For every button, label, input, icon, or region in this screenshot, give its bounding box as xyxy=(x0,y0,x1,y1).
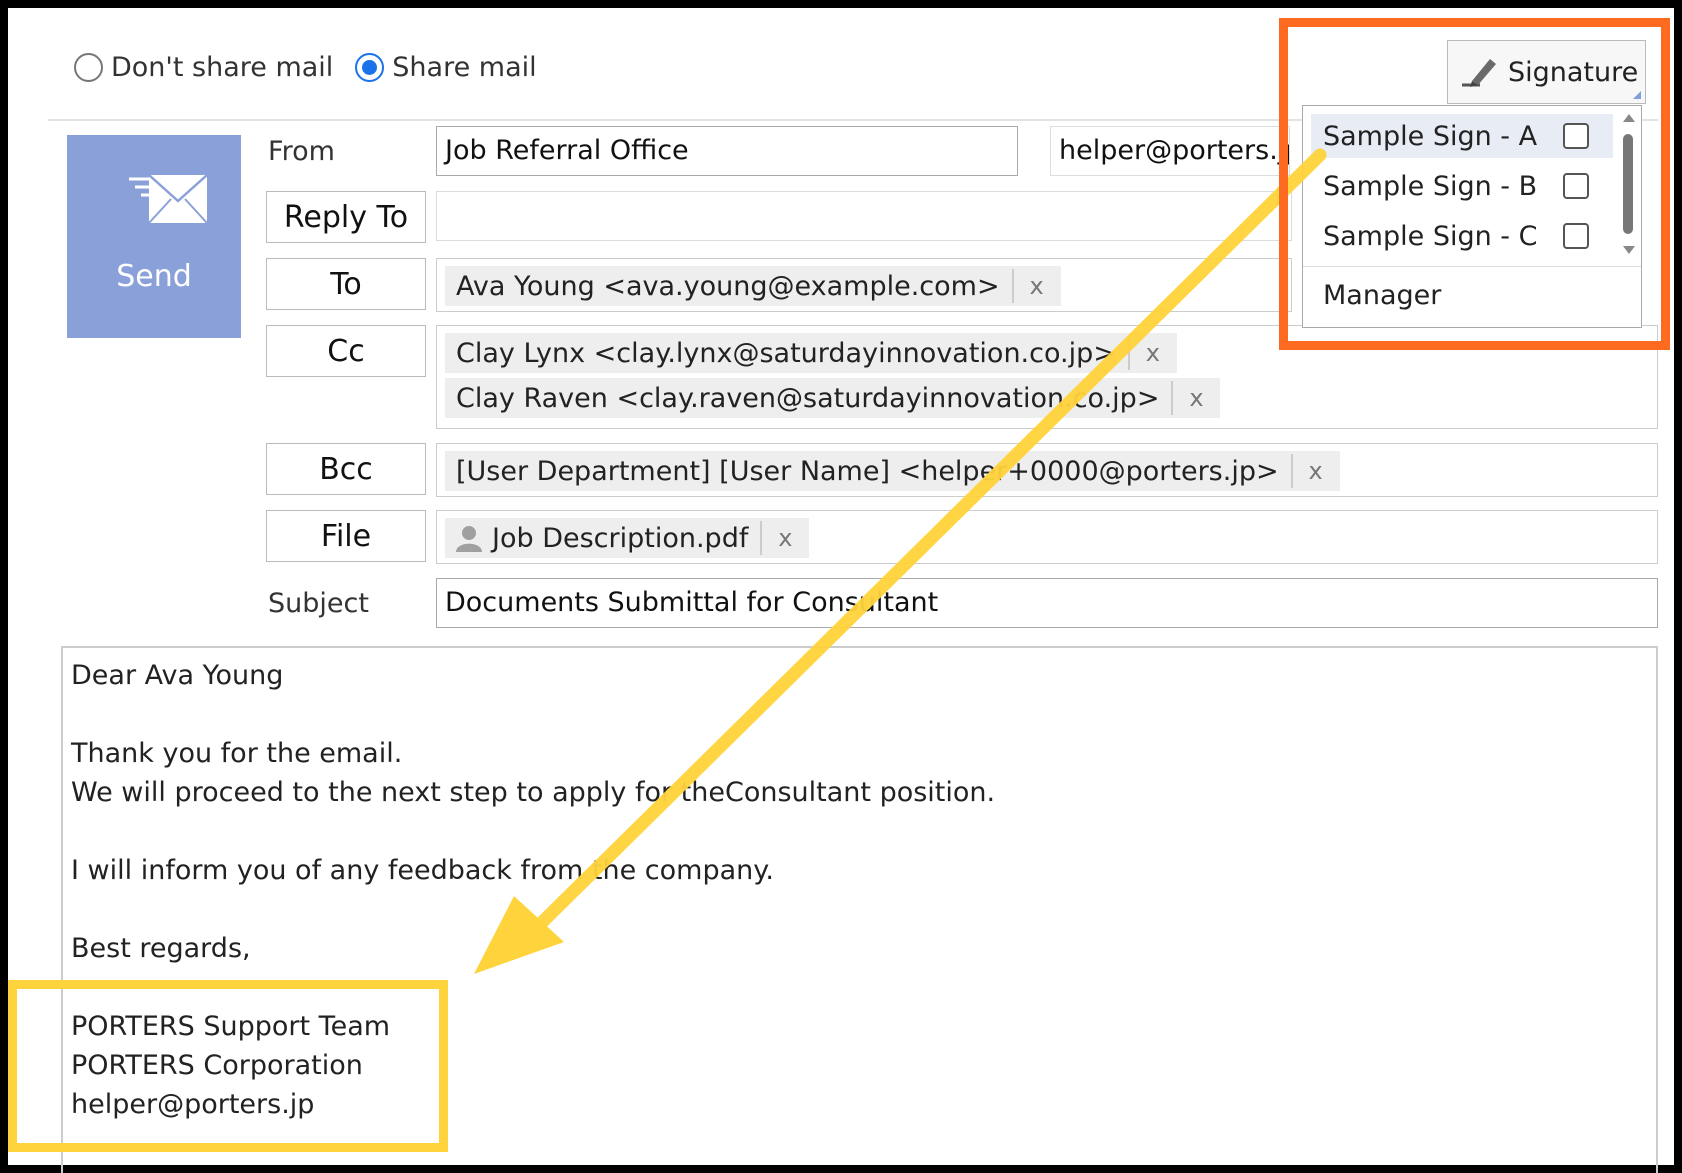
file-field[interactable]: Job Description.pdf x xyxy=(436,510,1658,564)
file-button[interactable]: File xyxy=(266,510,426,562)
recipient-token: Clay Lynx <clay.lynx@saturdayinnovation.… xyxy=(445,333,1177,373)
attachment-token: Job Description.pdf x xyxy=(445,518,810,558)
body-line: Thank you for the email. xyxy=(71,738,403,769)
share-radio[interactable] xyxy=(355,53,385,82)
recipient-token: Clay Raven <clay.raven@saturdayinnovatio… xyxy=(445,378,1221,418)
annotation-highlight-inserted-signature xyxy=(8,980,448,1152)
remove-icon[interactable]: x xyxy=(1303,457,1329,485)
send-label: Send xyxy=(116,259,192,294)
attachment-name: Job Description.pdf xyxy=(492,522,749,554)
token-divider xyxy=(1171,381,1174,415)
bcc-button[interactable]: Bcc xyxy=(266,443,426,495)
annotation-highlight-signature xyxy=(1279,18,1670,350)
from-label: From xyxy=(268,136,335,167)
share-mail-options: Don't share mail Share mail xyxy=(74,52,559,83)
from-name-field[interactable]: Job Referral Office xyxy=(436,126,1018,176)
body-line: Dear Ava Young xyxy=(71,660,284,691)
recipient-token-label: Ava Young <ava.young@example.com> xyxy=(456,270,1000,302)
to-field[interactable]: Ava Young <ava.young@example.com> x xyxy=(436,258,1292,312)
recipient-token: [User Department] [User Name] <helper+00… xyxy=(445,451,1340,491)
token-divider xyxy=(1290,454,1293,488)
dont-share-radio[interactable] xyxy=(74,53,103,82)
cc-button[interactable]: Cc xyxy=(266,325,426,377)
remove-icon[interactable]: x xyxy=(772,524,798,552)
reply-to-field[interactable] xyxy=(436,191,1292,241)
token-divider xyxy=(760,521,763,555)
body-line: We will proceed to the next step to appl… xyxy=(71,777,996,808)
from-email-field[interactable]: helper@porters.jp xyxy=(1050,126,1290,176)
user-file-icon xyxy=(456,526,482,552)
mail-compose-window: Don't share mail Share mail Send From Jo… xyxy=(0,0,1682,1173)
body-line: Best regards, xyxy=(71,933,251,964)
remove-icon[interactable]: x xyxy=(1024,272,1050,300)
send-button[interactable]: Send xyxy=(67,135,241,338)
subject-label: Subject xyxy=(268,588,369,619)
reply-to-button[interactable]: Reply To xyxy=(266,191,426,243)
envelope-icon xyxy=(129,174,208,224)
recipient-token-label: Clay Lynx <clay.lynx@saturdayinnovation.… xyxy=(456,337,1116,369)
recipient-token-label: Clay Raven <clay.raven@saturdayinnovatio… xyxy=(456,382,1160,414)
token-divider xyxy=(1127,336,1130,370)
dont-share-label: Don't share mail xyxy=(111,52,334,83)
share-label: Share mail xyxy=(392,52,537,83)
body-line: I will inform you of any feedback from t… xyxy=(71,855,774,886)
bcc-field[interactable]: [User Department] [User Name] <helper+00… xyxy=(436,443,1658,497)
subject-field[interactable]: Documents Submittal for Consultant xyxy=(436,578,1658,628)
to-button[interactable]: To xyxy=(266,258,426,310)
remove-icon[interactable]: x xyxy=(1140,339,1166,367)
recipient-token-label: [User Department] [User Name] <helper+00… xyxy=(456,455,1279,487)
recipient-token: Ava Young <ava.young@example.com> x xyxy=(445,266,1061,306)
remove-icon[interactable]: x xyxy=(1183,384,1209,412)
token-divider xyxy=(1011,269,1014,303)
